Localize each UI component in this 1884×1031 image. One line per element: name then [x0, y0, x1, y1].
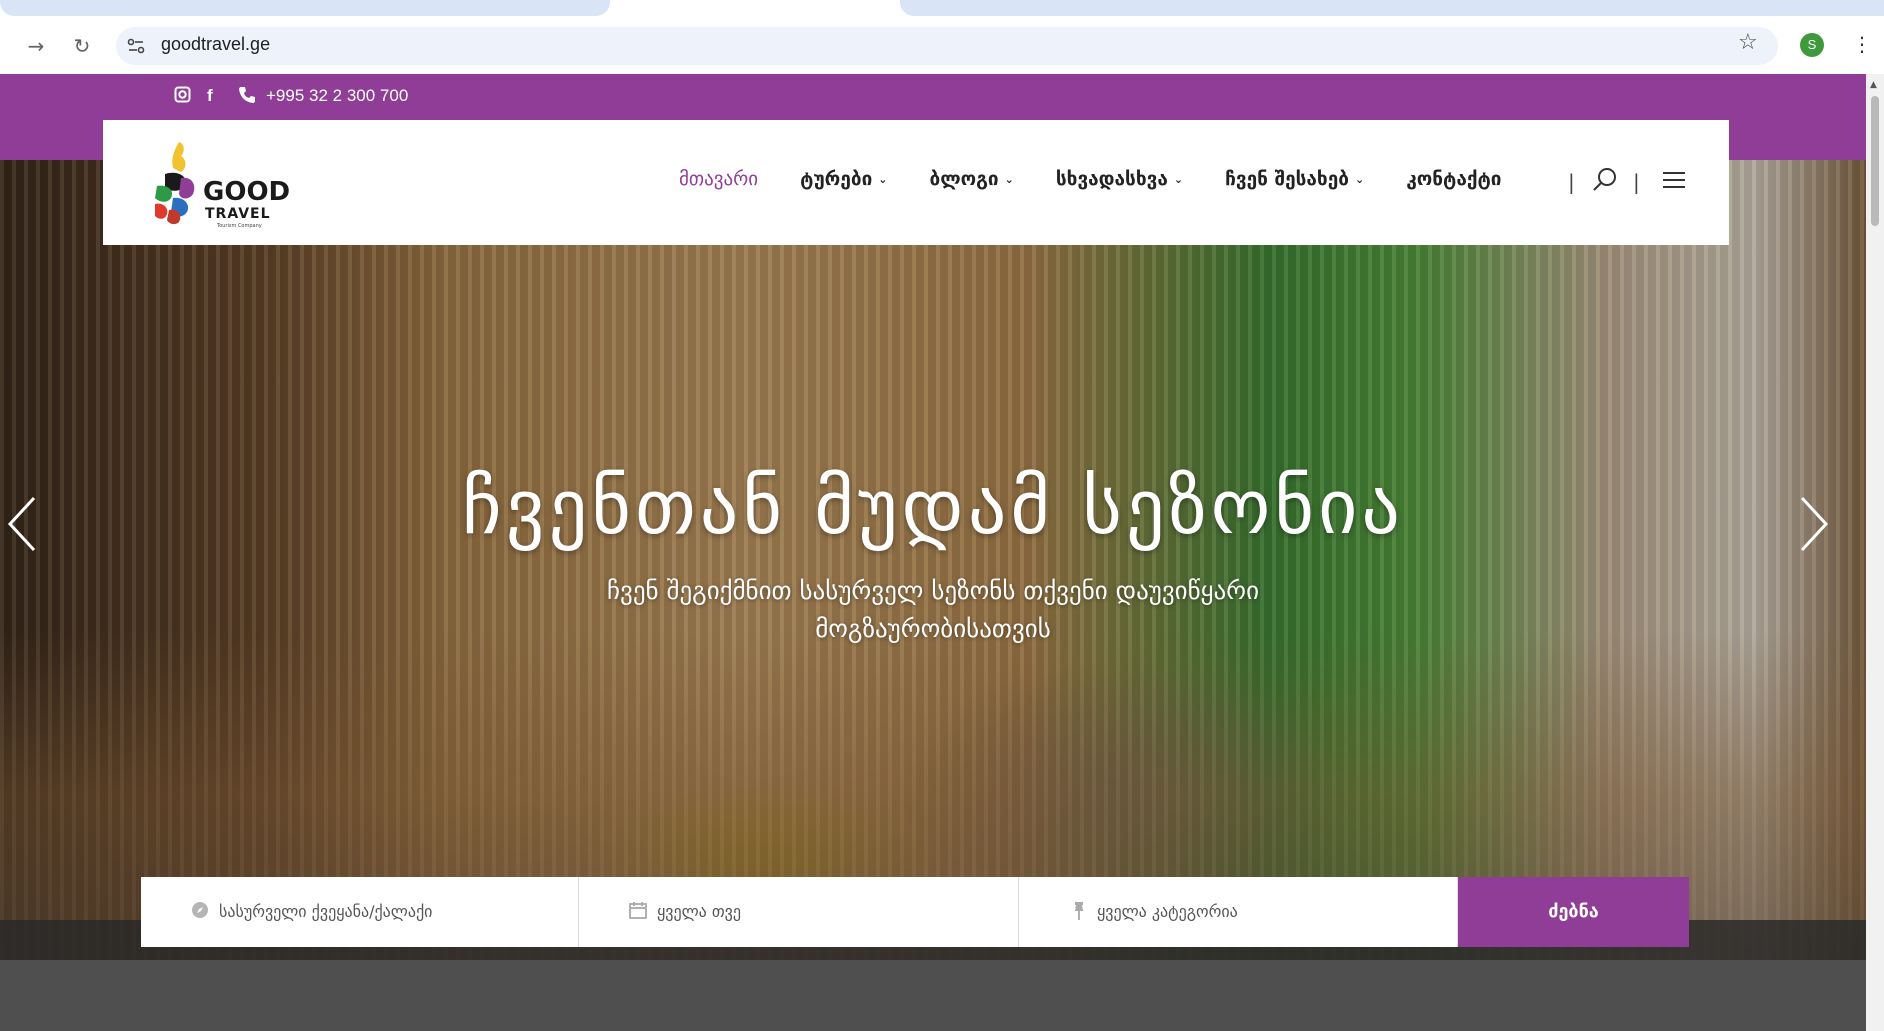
scrollbar-thumb[interactable]: [1871, 96, 1879, 226]
month-placeholder: ყველა თვე: [657, 902, 741, 921]
hamburger-menu-icon[interactable]: [1663, 172, 1685, 190]
browser-menu-icon[interactable]: ⋮: [1852, 31, 1872, 57]
search-button[interactable]: ძებნა: [1458, 877, 1689, 947]
slider-prev-arrow-icon[interactable]: [4, 494, 44, 554]
address-bar[interactable]: [116, 27, 1778, 65]
nav-item-home[interactable]: მთავარი: [679, 168, 758, 190]
phone-number[interactable]: +995 32 2 300 700: [266, 86, 408, 106]
url-text[interactable]: goodtravel.ge: [161, 34, 270, 55]
nav-item-label: ბლოგი: [929, 168, 999, 190]
main-menu: მთავარი ტურები ⌄ ბლოგი ⌄ სხვადასხვა ⌄ ჩვენ …: [679, 168, 1544, 190]
svg-text:TRAVEL: TRAVEL: [205, 206, 271, 222]
facebook-icon[interactable]: f: [207, 86, 213, 106]
site-header: GOOD TRAVEL Tourism Company მთავარი ტურე…: [103, 120, 1729, 245]
reload-icon[interactable]: ↻: [66, 30, 98, 62]
nav-item-contact[interactable]: კონტაქტი: [1406, 168, 1501, 190]
month-field[interactable]: ყველა თვე: [579, 877, 1019, 947]
nav-item-label: მთავარი: [679, 168, 759, 190]
good-travel-logo[interactable]: GOOD TRAVEL Tourism Company: [151, 138, 291, 230]
svg-text:Tourism Company: Tourism Company: [216, 223, 262, 229]
browser-tab[interactable]: [900, 0, 1884, 16]
compass-icon: [191, 901, 211, 921]
divider: |: [1568, 170, 1575, 194]
nav-item-label: ჩვენ შესახებ: [1225, 168, 1349, 190]
site-info-icon[interactable]: [126, 36, 146, 56]
logo-text: GOOD: [203, 177, 290, 207]
calendar-icon: [629, 901, 649, 921]
bookmark-star-icon[interactable]: ☆: [1738, 30, 1758, 55]
destination-placeholder: სასურველი ქვეყანა/ქალაქი: [219, 902, 433, 921]
forward-icon[interactable]: →: [20, 30, 52, 62]
slider-next-arrow-icon[interactable]: [1792, 494, 1832, 554]
tab-strip: [0, 0, 1884, 18]
destination-field[interactable]: სასურველი ქვეყანა/ქალაქი: [141, 877, 579, 947]
profile-avatar[interactable]: S: [1800, 33, 1824, 57]
divider: |: [1633, 170, 1640, 194]
chevron-down-icon: ⌄: [1004, 172, 1014, 186]
nav-item-label: ტურები: [800, 168, 873, 190]
category-field[interactable]: ყველა კატეგორია: [1019, 877, 1458, 947]
hero-slider: [0, 160, 1866, 960]
chevron-down-icon: ⌄: [1354, 172, 1365, 186]
scroll-up-arrow-icon[interactable]: ▲: [1870, 80, 1877, 90]
nav-item-blog[interactable]: ბლოგი ⌄: [930, 168, 1014, 190]
browser-tab[interactable]: [0, 0, 610, 16]
nav-item-tours[interactable]: ტურები ⌄: [800, 168, 887, 190]
phone-icon: [238, 86, 256, 109]
hero-title: ჩვენთან მუდამ სეზონია: [461, 462, 1405, 551]
hero-subtitle: ჩვენ შეგიქმნით სასურველ სეზონს თქვენი და…: [606, 576, 1260, 643]
nav-item-label: კონტაქტი: [1406, 168, 1502, 190]
hero-overlay: [0, 160, 1866, 960]
instagram-icon[interactable]: [174, 86, 191, 108]
search-icon[interactable]: [1591, 166, 1619, 194]
chevron-down-icon: ⌄: [878, 172, 888, 186]
nav-item-misc[interactable]: სხვადასხვა ⌄: [1056, 168, 1183, 190]
chevron-down-icon: ⌄: [1173, 172, 1184, 186]
category-placeholder: ყველა კატეგორია: [1097, 902, 1238, 921]
browser-toolbar: → ↻: [0, 18, 1884, 74]
pin-icon: [1071, 901, 1091, 921]
nav-item-about[interactable]: ჩვენ შესახებ ⌄: [1225, 168, 1364, 190]
nav-item-label: სხვადასხვა: [1055, 168, 1168, 190]
